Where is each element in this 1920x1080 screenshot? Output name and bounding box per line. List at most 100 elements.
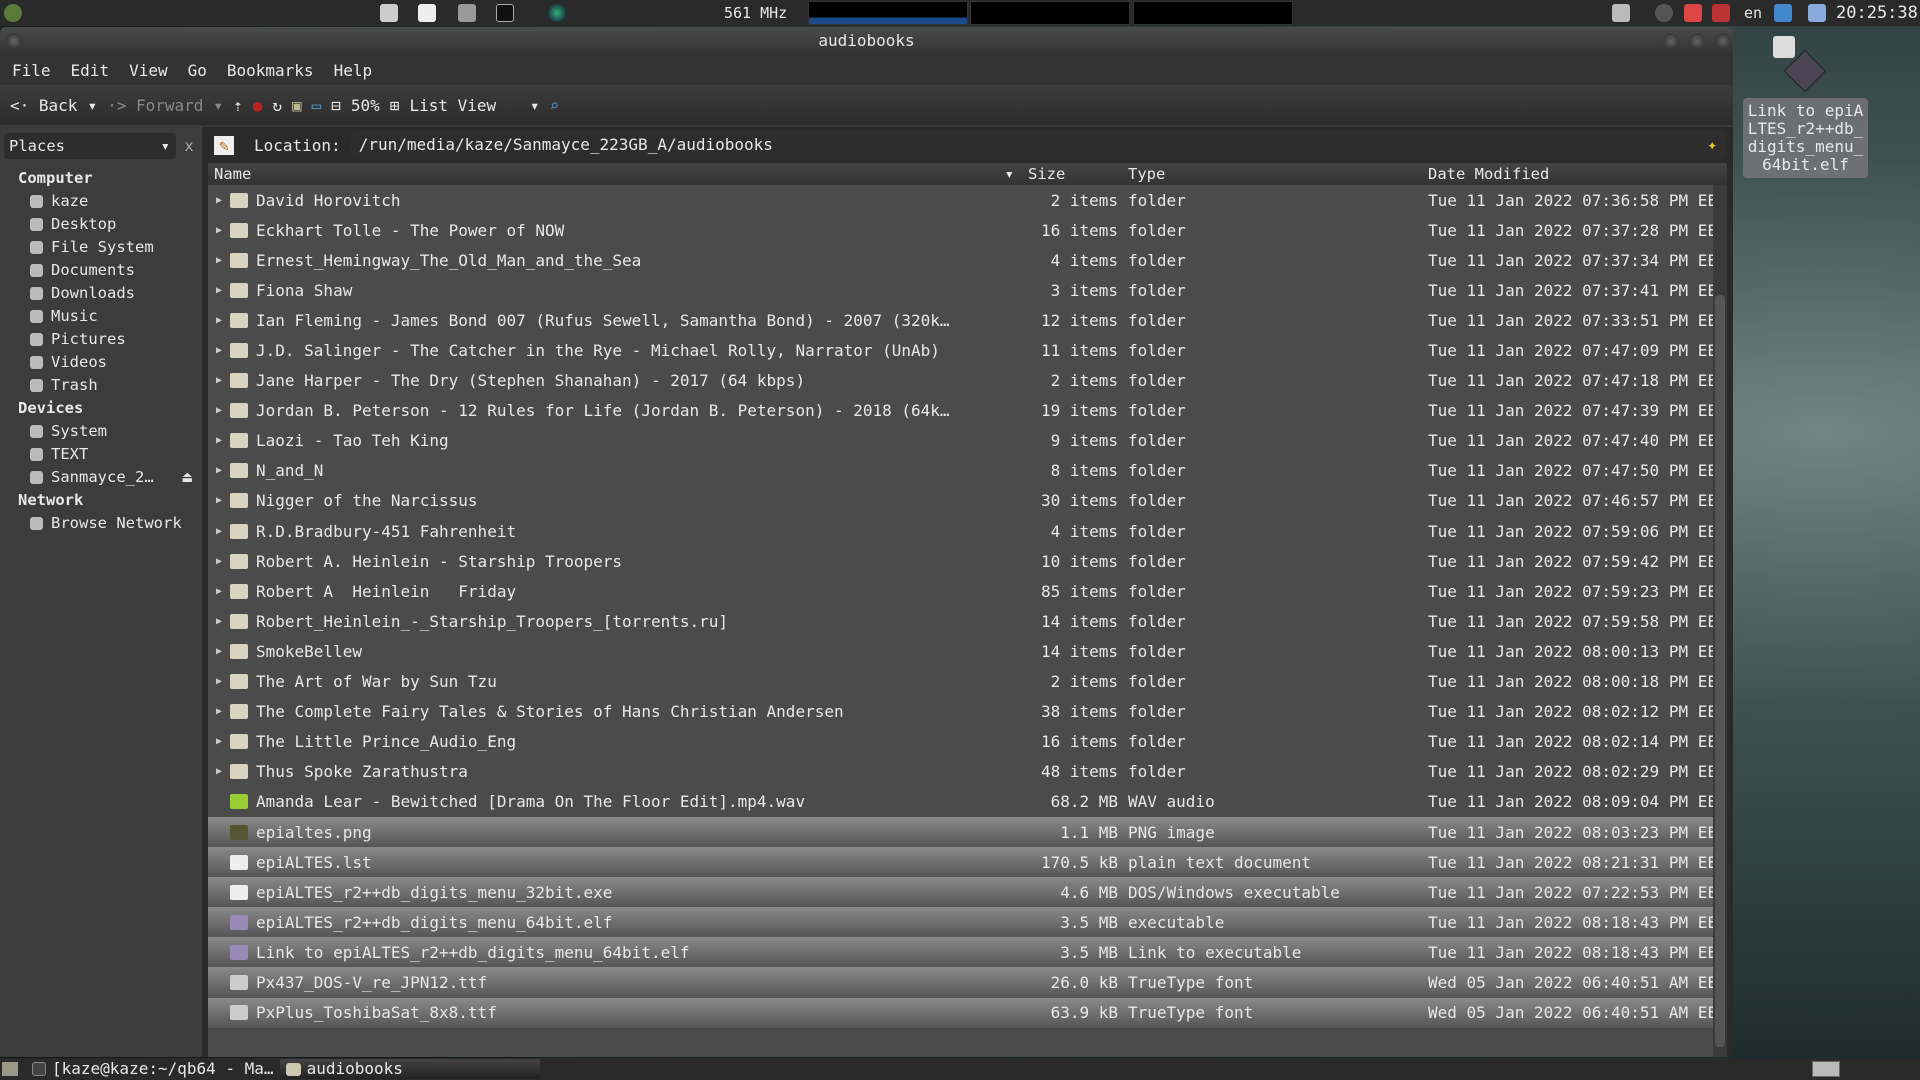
expander-arrow-icon[interactable]: ▶ [208, 405, 230, 416]
title-bar[interactable]: audiobooks [0, 27, 1733, 55]
file-row[interactable]: epiALTES_r2++db_digits_menu_32bit.exe 4.6… [208, 877, 1727, 908]
close-button[interactable] [1715, 33, 1731, 49]
sidebar-item[interactable]: Desktop [0, 213, 202, 236]
column-header-date[interactable]: Date Modified [1424, 163, 1727, 185]
menu-go[interactable]: Go [188, 61, 207, 80]
browser-launcher-icon[interactable] [548, 3, 566, 23]
sidebar-item[interactable]: Downloads [0, 282, 202, 305]
text-editor-launcher-icon[interactable] [418, 3, 436, 23]
search-icon[interactable]: ⌕ [549, 96, 559, 115]
file-row[interactable]: Amanda Lear - Bewitched [Drama On The Fl… [208, 787, 1727, 817]
expander-arrow-icon[interactable]: ▶ [208, 315, 230, 326]
file-row[interactable]: ▶ N_and_N 8 items folder Tue 11 Jan 2022 07:… [208, 456, 1727, 486]
sidebar-item[interactable]: Videos [0, 351, 202, 374]
file-row[interactable]: epialtes.png 1.1 MB PNG image Tue 11 Jan 20… [208, 816, 1727, 848]
sidebar-item[interactable]: Documents [0, 259, 202, 282]
workspace-switcher[interactable] [1812, 1061, 1840, 1077]
minimize-button[interactable] [1663, 33, 1679, 49]
file-row[interactable]: ▶ Eckhart Tolle - The Power of NOW 16 item… [208, 215, 1727, 245]
expander-arrow-icon[interactable]: ▶ [208, 345, 230, 356]
file-row[interactable]: Link to epiALTES_r2++db_digits_menu_64bi… [208, 937, 1727, 968]
menu-bookmarks[interactable]: Bookmarks [227, 61, 314, 80]
taskbar-item-audiobooks[interactable]: audiobooks [279, 1059, 540, 1079]
sidebar-item[interactable]: TEXT [0, 443, 202, 466]
expander-arrow-icon[interactable]: ▶ [208, 646, 230, 657]
expander-arrow-icon[interactable]: ▶ [208, 225, 230, 236]
file-row[interactable]: ▶ The Complete Fairy Tales & Stories of H… [208, 697, 1727, 727]
expander-arrow-icon[interactable]: ▶ [208, 526, 230, 537]
toggle-location-edit-icon[interactable]: ✎ [214, 135, 234, 155]
maximize-button[interactable] [1689, 33, 1705, 49]
volume-icon[interactable] [1612, 3, 1630, 23]
forward-button[interactable]: ·> Forward [107, 96, 203, 115]
show-desktop-icon[interactable] [2, 1062, 18, 1076]
app-menu-icon[interactable] [4, 3, 22, 23]
file-row[interactable]: epiALTES.lst 170.5 kB plain text document T… [208, 847, 1727, 878]
view-mode-select[interactable]: List View ▾ [409, 96, 539, 115]
expander-arrow-icon[interactable]: ▶ [208, 285, 230, 296]
file-row[interactable]: ▶ Nigger of the Narcissus 30 items folder Tu… [208, 486, 1727, 516]
close-sidebar-button[interactable]: x [180, 137, 198, 155]
back-history-dropdown-icon[interactable]: ▾ [87, 96, 97, 115]
home-folder-icon[interactable]: ▣ [292, 96, 302, 115]
battery-icon[interactable] [1808, 3, 1826, 23]
file-row[interactable]: ▶ Ian Fleming - James Bond 007 (Rufus Sew… [208, 305, 1727, 335]
file-row[interactable]: ▶ Robert A Heinlein Friday 85 items folder T… [208, 576, 1727, 606]
scrollbar[interactable] [1713, 185, 1727, 1057]
sidebar-item[interactable]: Music [0, 305, 202, 328]
sidebar-item[interactable]: Trash [0, 374, 202, 397]
menu-help[interactable]: Help [334, 61, 373, 80]
settings-launcher-icon[interactable] [458, 3, 476, 23]
stop-icon[interactable]: ● [253, 96, 263, 115]
firewall-icon[interactable] [1712, 3, 1730, 23]
column-header-name[interactable]: Name ▾ [208, 163, 1024, 185]
window-menu-button[interactable] [6, 33, 22, 49]
bluetooth-icon[interactable] [1655, 3, 1673, 23]
expander-arrow-icon[interactable]: ▶ [208, 195, 230, 206]
expander-arrow-icon[interactable]: ▶ [208, 435, 230, 446]
file-row[interactable]: ▶ Fiona Shaw 3 items folder Tue 11 Jan 2022 … [208, 275, 1727, 305]
desktop-icon-link[interactable]: Link to epiALTES_r2++db_digits_menu_64bi… [1743, 98, 1868, 178]
file-row[interactable]: ▶ R.D.Bradbury-451 Fahrenheit 4 items folde… [208, 516, 1727, 546]
menu-view[interactable]: View [129, 61, 168, 80]
expander-arrow-icon[interactable]: ▶ [208, 255, 230, 266]
sidebar-item[interactable]: Pictures [0, 328, 202, 351]
network-icon[interactable] [1774, 3, 1792, 23]
file-row[interactable]: ▶ Jordan B. Peterson - 12 Rules for Life … [208, 396, 1727, 426]
sidebar-item[interactable]: kaze [0, 190, 202, 213]
zoom-in-icon[interactable]: ⊞ [390, 96, 400, 115]
sidebar-item[interactable]: Browse Network [0, 512, 202, 535]
terminal-launcher-icon[interactable] [496, 3, 514, 23]
file-row[interactable]: ▶ Ernest_Hemingway_The_Old_Man_and_the_Se… [208, 245, 1727, 275]
expander-arrow-icon[interactable]: ▶ [208, 465, 230, 476]
file-row[interactable]: ▶ Jane Harper - The Dry (Stephen Shanahan… [208, 366, 1727, 396]
scrollbar-thumb[interactable] [1715, 295, 1725, 1047]
file-row[interactable]: ▶ J.D. Salinger - The Catcher in the Rye … [208, 335, 1727, 365]
taskbar-item-terminal[interactable]: [kaze@kaze:~/qb64 - Ma… [26, 1059, 280, 1079]
sidebar-item[interactable]: System [0, 420, 202, 443]
package-icon[interactable] [1684, 3, 1702, 23]
expander-arrow-icon[interactable]: ▶ [208, 766, 230, 777]
expander-arrow-icon[interactable]: ▶ [208, 375, 230, 386]
file-row[interactable]: ▶ The Little Prince_Audio_Eng 16 items fold… [208, 727, 1727, 757]
expander-arrow-icon[interactable]: ▶ [208, 676, 230, 687]
file-row[interactable]: PxPlus_ToshibaSat_8x8.ttf 63.9 kB TrueType… [208, 997, 1727, 1028]
zoom-out-icon[interactable]: ⊟ [331, 96, 341, 115]
file-row[interactable]: ▶ The Art of War by Sun Tzu 2 items folder T… [208, 667, 1727, 697]
file-manager-launcher-icon[interactable] [380, 3, 398, 23]
keyboard-layout[interactable]: en [1744, 3, 1762, 23]
expander-arrow-icon[interactable]: ▶ [208, 495, 230, 506]
column-header-size[interactable]: Size [1024, 163, 1124, 185]
file-row[interactable]: ▶ SmokeBellew 14 items folder Tue 11 Jan 202… [208, 636, 1727, 666]
column-header-type[interactable]: Type [1124, 163, 1424, 185]
file-row[interactable]: epiALTES_r2++db_digits_menu_64bit.elf 3.5… [208, 907, 1727, 938]
menu-file[interactable]: File [12, 61, 51, 80]
expander-arrow-icon[interactable]: ▶ [208, 586, 230, 597]
file-row[interactable]: ▶ Laozi - Tao Teh King 9 items folder Tue 11… [208, 426, 1727, 456]
expander-arrow-icon[interactable]: ▶ [208, 736, 230, 747]
back-button[interactable]: <· Back [10, 96, 77, 115]
computer-icon[interactable]: ▭ [312, 96, 322, 115]
clear-broom-icon[interactable]: ✦ [1707, 130, 1717, 160]
expander-arrow-icon[interactable]: ▶ [208, 616, 230, 627]
file-row[interactable]: ▶ David Horovitch 2 items folder Tue 11 Jan … [208, 185, 1727, 215]
